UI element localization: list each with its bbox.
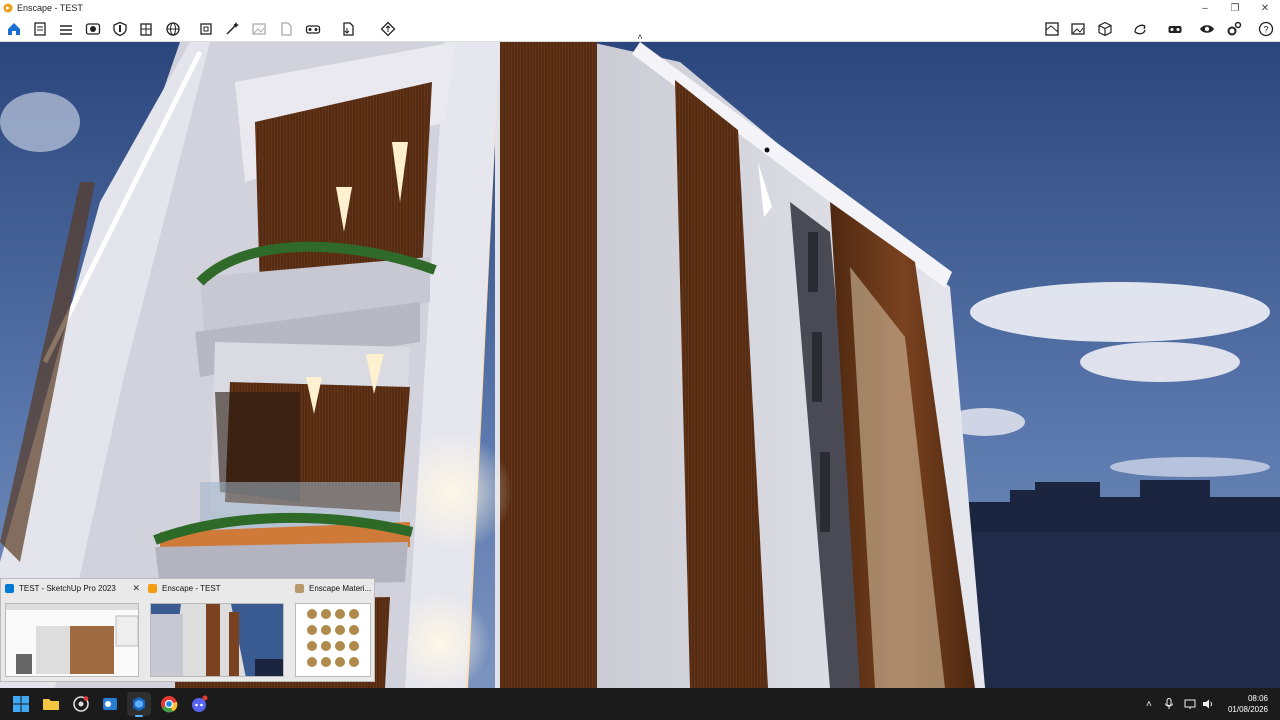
layers-icon [60,25,72,35]
sync-icon [1134,24,1146,35]
sync-button[interactable] [1130,19,1150,39]
document-button[interactable] [276,19,296,39]
enscape-icon [148,584,157,593]
image-icon [252,23,266,35]
preview-materials-header: Enscape Materi... [295,584,371,593]
render-icon [85,23,101,35]
list-button[interactable] [30,19,50,39]
start-button[interactable] [9,692,33,716]
chrome-alt-button[interactable] [69,692,93,716]
materials-preview-image [307,609,359,667]
help-button[interactable]: ? [1256,19,1276,39]
materials-icon [295,584,304,593]
window-title: Enscape - TEST [17,3,83,13]
list-icon [34,22,46,36]
clock-date: 01/08/2026 [1227,705,1268,714]
preview-close-button[interactable]: ✕ [132,583,140,594]
preview-sketchup-header: TEST - SketchUp Pro 2023 [5,584,116,593]
discord-icon [192,695,208,712]
cube-button[interactable] [1095,19,1115,39]
enscape-preview-image [151,604,283,676]
map-icon [1045,22,1059,36]
shield-button[interactable] [110,19,130,39]
upload-button[interactable] [378,19,398,39]
preview-sketchup[interactable]: TEST - SketchUp Pro 2023 ✕ [1,579,144,683]
enscape-logo-icon [3,3,13,13]
document-icon [281,22,292,36]
cube-icon [1098,21,1112,37]
home-button[interactable] [4,19,24,39]
outlook-button[interactable] [98,692,122,716]
system-clock[interactable]: 08:06 01/08/2026 [1228,693,1268,715]
file-explorer-button[interactable] [39,692,63,716]
sketchup-taskbar-button[interactable] [127,692,151,717]
export-icon [343,22,354,36]
magic-wand-icon [226,22,239,35]
shield-icon [113,21,127,37]
sketchup-icon [5,584,14,593]
enscape-thumbnail [150,603,284,677]
discord-button[interactable] [187,692,211,716]
vr-button[interactable] [303,19,323,39]
tray-overflow-button[interactable]: ˄ [1146,699,1152,710]
globe-icon [166,22,180,36]
outlook-icon [103,698,117,710]
file-explorer-icon [43,699,59,710]
preview-enscape[interactable]: Enscape - TEST [144,579,289,683]
building-button[interactable] [136,19,156,39]
minimize-button[interactable]: – [1190,3,1220,14]
system-tray: ˄ [1146,688,1216,720]
preview-materials[interactable]: Enscape Materi... [289,579,375,683]
window-titlebar: Enscape - TEST – ❐ ✕ [0,0,1280,16]
microphone-icon[interactable] [1164,698,1174,710]
collapse-toolbar-button[interactable]: ˄ [634,32,646,42]
upload-icon [380,21,396,37]
render-button[interactable] [83,19,103,39]
gallery-button[interactable] [1068,19,1088,39]
windows-start-icon [13,696,29,712]
home-icon [8,23,20,35]
preview-sketchup-title: TEST - SketchUp Pro 2023 [19,584,116,593]
export-button[interactable] [338,19,358,39]
windows-taskbar: ˄ 08:06 01/08/2026 [0,688,1280,720]
layers-button[interactable] [56,19,76,39]
sketchup-icon [133,697,145,711]
close-button[interactable]: ✕ [1250,3,1280,14]
sketchup-thumbnail [5,603,139,677]
building-icon [140,23,152,36]
globe-button[interactable] [163,19,183,39]
chrome-alt-icon [73,696,89,712]
taskbar-preview-popup: TEST - SketchUp Pro 2023 ✕ Enscape - TES… [0,578,375,682]
vr-icon [305,25,321,34]
clock-time: 08:06 [1247,694,1268,703]
headset-icon [1168,26,1182,33]
chrome-button[interactable] [157,692,181,716]
sketchup-preview-image [6,604,138,674]
eye-button[interactable] [1197,19,1217,39]
eye-icon [1200,25,1214,33]
crop-button[interactable] [196,19,216,39]
settings-button[interactable] [1224,19,1244,39]
materials-thumbnail [295,603,371,677]
gallery-icon [1071,23,1085,35]
preview-enscape-title: Enscape - TEST [162,584,221,593]
volume-icon[interactable] [1202,698,1214,710]
headset-button[interactable] [1165,19,1185,39]
preview-materials-title: Enscape Materi... [309,584,372,593]
chrome-icon [161,696,178,713]
magic-wand-button[interactable] [222,19,242,39]
network-icon[interactable] [1184,698,1196,710]
help-icon: ? [1258,21,1274,37]
restore-button[interactable]: ❐ [1220,3,1250,14]
crop-icon [200,23,212,35]
image-button[interactable] [249,19,269,39]
settings-icon [1227,21,1242,36]
map-button[interactable] [1042,19,1062,39]
svg-text:?: ? [1263,25,1268,35]
preview-enscape-header: Enscape - TEST [148,584,221,593]
